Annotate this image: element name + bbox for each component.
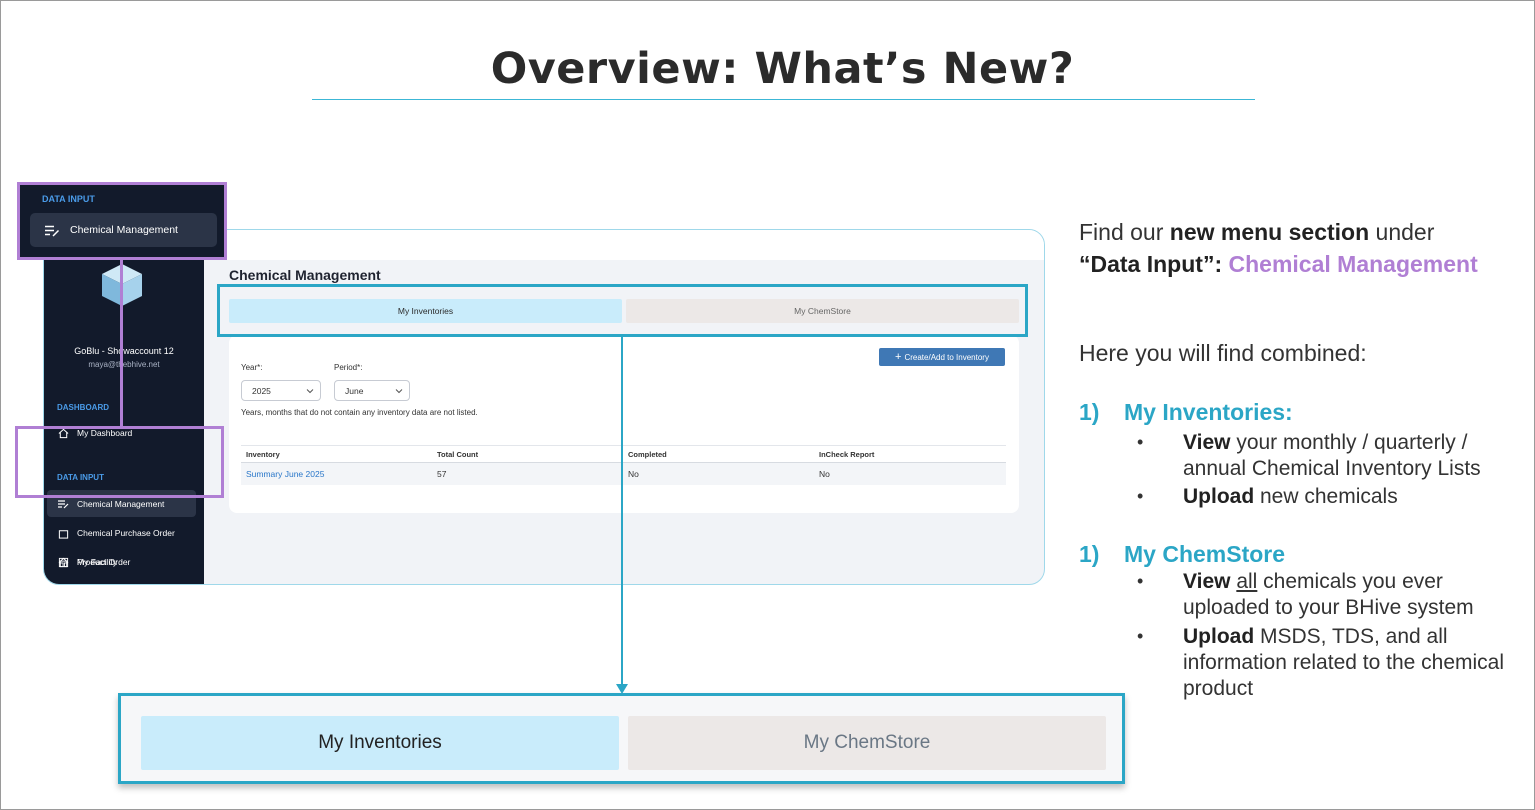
sidebar-item-label: Chemical Management — [77, 498, 165, 509]
zoomed-tabs-callout: My Inventories My ChemStore — [118, 693, 1125, 784]
box-icon — [57, 527, 69, 539]
create-inventory-button[interactable]: + Create/Add to Inventory — [879, 348, 1005, 366]
table-cell: No — [628, 469, 639, 479]
column-header: Total Count — [437, 449, 479, 459]
table-cell: No — [819, 469, 830, 479]
bullet-upload-chemicals: Upload new chemicals — [1183, 485, 1398, 508]
zoomed-tab-my-inventories[interactable]: My Inventories — [141, 716, 619, 770]
slide-title: Overview: What’s New? — [490, 44, 1075, 94]
sidebar-heading-dashboard: DASHBOARD — [57, 403, 109, 412]
column-header: Completed — [628, 449, 667, 459]
inventory-card: + Create/Add to Inventory Year*: Period*… — [229, 335, 1019, 513]
period-select[interactable]: June — [334, 380, 410, 401]
sidebar: GoBlu - Showaccount 12 maya@thebhive.net… — [44, 260, 204, 584]
sidebar-item-chemical-purchase-order[interactable]: Chemical Purchase Order — [57, 523, 197, 543]
bullet-dot: • — [1137, 571, 1144, 591]
zoomed-tab-my-chemstore[interactable]: My ChemStore — [628, 716, 1106, 770]
sidebar-item-label: Chemical Purchase Order — [77, 528, 175, 538]
highlight-chemical-management — [15, 426, 224, 498]
list-edit-icon — [57, 498, 69, 510]
account-email: maya@thebhive.net — [88, 360, 160, 369]
period-label: Period*: — [334, 363, 363, 372]
highlight-tabs — [217, 284, 1028, 337]
zoomed-heading: DATA INPUT — [42, 194, 95, 204]
zoomed-sidebar-callout: DATA INPUT Chemical Management — [17, 182, 227, 260]
chevron-down-icon — [395, 386, 403, 396]
page-title: Chemical Management — [229, 267, 381, 283]
column-header: Inventory — [246, 449, 280, 459]
intro-text: Find our new menu section under “Data In… — [1079, 219, 1478, 277]
bullet-view-inventories: View your monthly / quarterly / annual C… — [1183, 431, 1481, 480]
year-select[interactable]: 2025 — [241, 380, 321, 401]
list-edit-icon — [44, 223, 60, 237]
filter-note: Years, months that do not contain any in… — [241, 408, 478, 417]
sidebar-item-product-order[interactable]: Product Order — [57, 552, 197, 572]
section-heading-chemstore: 1) My ChemStore — [1079, 541, 1286, 567]
bullet-dot: • — [1137, 432, 1144, 452]
sidebar-item-label: Product Order — [77, 557, 131, 567]
combined-text: Here you will find combined: — [1079, 340, 1367, 366]
title-underline — [312, 99, 1255, 100]
column-header: InCheck Report — [819, 449, 875, 459]
account-name: GoBlu - Showaccount 12 — [74, 346, 174, 356]
table-row: Summary June 2025 57 No No — [241, 463, 1006, 485]
bullet-upload-msds: Upload MSDS, TDS, and all information re… — [1183, 625, 1504, 700]
zoomed-sidebar-item-chemical-management[interactable]: Chemical Management — [30, 213, 217, 247]
purple-connector-line — [120, 260, 123, 426]
bullet-view-all-chemicals: View all chemicals you ever uploaded to … — [1183, 570, 1474, 619]
year-label: Year*: — [241, 363, 263, 372]
app-screenshot: GoBlu - Showaccount 12 maya@thebhive.net… — [43, 229, 1045, 585]
table-cell: 57 — [437, 469, 447, 479]
chevron-down-icon — [306, 386, 314, 396]
arrow-line — [621, 337, 623, 686]
plus-icon: + — [895, 351, 902, 363]
bullet-dot: • — [1137, 626, 1144, 646]
section-heading-inventories: 1) My Inventories: — [1079, 399, 1293, 425]
grid-icon — [57, 556, 69, 568]
table-header: Inventory Total Count Completed InCheck … — [241, 445, 1006, 463]
bullet-dot: • — [1137, 486, 1144, 506]
inventory-link[interactable]: Summary June 2025 — [241, 469, 432, 479]
